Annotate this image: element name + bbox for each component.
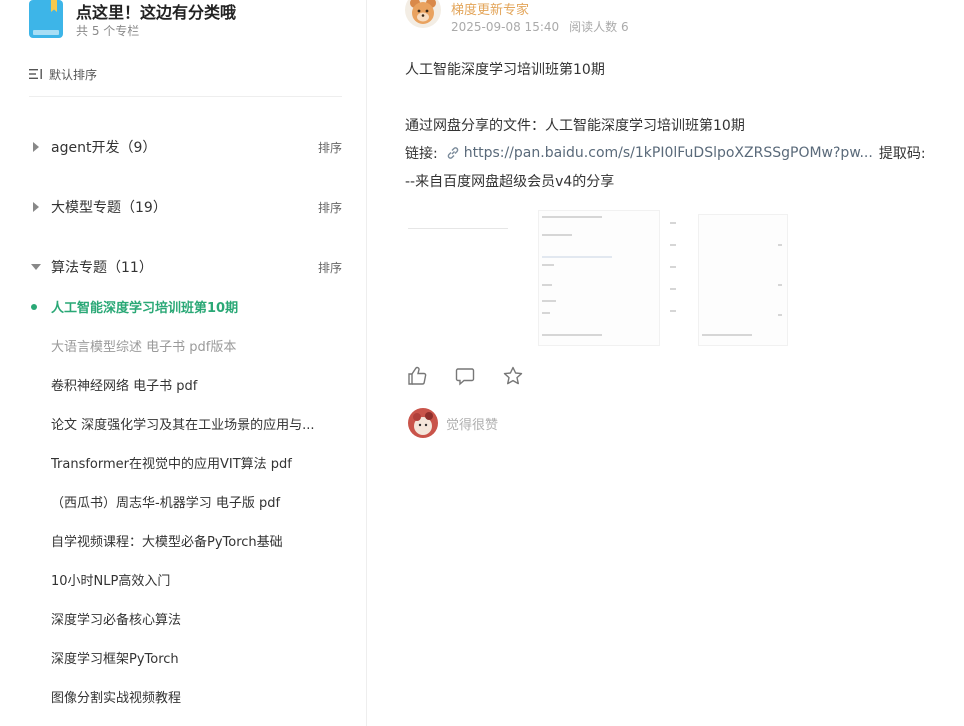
caret-right-icon xyxy=(29,140,43,154)
column-sidebar: 点这里！这边有分类哦 共 5 个专栏 默认排序 agent开发（9） 排序 大模… xyxy=(0,0,367,726)
like-button[interactable] xyxy=(405,364,429,388)
article-item[interactable]: 深度学习框架PyTorch xyxy=(51,648,341,668)
article-item[interactable]: 论文 深度强化学习及其在工业场景的应用与... xyxy=(51,414,341,434)
extract-code-label: 提取码: xyxy=(878,146,926,162)
share-link[interactable]: https://pan.baidu.com/s/1kPI0lFuDSlpoXZR… xyxy=(446,145,873,161)
article-item[interactable]: 图像分割实战视频教程 xyxy=(51,687,341,707)
post-content: 梯度更新专家 2025-09-08 15:40 阅读人数 6 人工智能深度学习培训… xyxy=(367,0,964,726)
author-avatar[interactable] xyxy=(405,0,441,28)
liker-row: 觉得很赞 xyxy=(408,408,498,438)
caret-down-icon xyxy=(29,260,43,274)
sort-label: 默认排序 xyxy=(49,67,98,82)
article-item[interactable]: Transformer在视觉中的应用VIT算法 pdf xyxy=(51,453,341,473)
post-date: 2025-09-08 15:40 xyxy=(451,20,560,34)
active-indicator-dot xyxy=(31,304,37,310)
category-sort-button[interactable]: 排序 xyxy=(318,139,342,156)
link-icon xyxy=(447,147,458,159)
sort-selector[interactable]: 默认排序 xyxy=(29,64,97,84)
bear-avatar-icon xyxy=(405,0,441,28)
liker-avatar[interactable] xyxy=(408,408,438,438)
comment-button[interactable] xyxy=(453,364,477,388)
caret-right-icon xyxy=(29,200,43,214)
article-item[interactable]: 10小时NLP高效入门 xyxy=(51,570,341,590)
comment-icon xyxy=(455,368,475,386)
column-title[interactable]: 点这里！这边有分类哦 xyxy=(76,0,236,23)
category-llm[interactable]: 大模型专题（19） 排序 xyxy=(29,196,342,218)
divider xyxy=(29,96,342,97)
category-name: 算法专题（11） xyxy=(51,260,153,276)
category-algorithm[interactable]: 算法专题（11） 排序 xyxy=(29,256,342,278)
author-name[interactable]: 梯度更新专家 xyxy=(451,0,529,18)
category-agent[interactable]: agent开发（9） 排序 xyxy=(29,136,342,158)
category-sort-button[interactable]: 排序 xyxy=(318,259,342,276)
article-item[interactable]: 深度学习必备核心算法 xyxy=(51,609,341,629)
thumbs-up-icon xyxy=(408,366,427,385)
link-line: 链接: https://pan.baidu.com/s/1kPI0lFuDSlp… xyxy=(405,143,926,163)
favorite-button[interactable] xyxy=(501,364,525,388)
column-count: 共 5 个专栏 xyxy=(76,24,140,38)
sort-lines-icon xyxy=(29,69,42,79)
share-line: 通过网盘分享的文件：人工智能深度学习培训班第10期 xyxy=(405,118,745,134)
liker-name[interactable]: 觉得很赞 xyxy=(446,414,498,433)
post-title-line: 人工智能深度学习培训班第10期 xyxy=(405,62,605,78)
post-actions xyxy=(405,364,549,388)
article-item[interactable]: 自学视频课程：大模型必备PyTorch基础 xyxy=(51,531,341,551)
category-sort-button[interactable]: 排序 xyxy=(318,199,342,216)
share-link-url: https://pan.baidu.com/s/1kPI0lFuDSlpoXZR… xyxy=(463,145,873,161)
share-footer-line: --来自百度网盘超级会员v4的分享 xyxy=(405,174,615,190)
book-icon xyxy=(29,0,63,38)
link-label: 链接: xyxy=(405,146,438,162)
star-icon xyxy=(503,366,523,385)
post-meta: 2025-09-08 15:40 阅读人数 6 xyxy=(451,18,629,35)
liker-avatar-icon xyxy=(408,408,438,438)
preview-image[interactable] xyxy=(408,204,788,354)
article-item[interactable]: 卷积神经网络 电子书 pdf xyxy=(51,375,341,395)
article-item[interactable]: 人工智能深度学习培训班第10期 xyxy=(51,297,341,317)
category-name: 大模型专题（19） xyxy=(51,200,167,216)
article-item[interactable]: 大语言模型综述 电子书 pdf版本 xyxy=(51,336,341,356)
article-item[interactable]: （西瓜书）周志华-机器学习 电子版 pdf xyxy=(51,492,341,512)
category-name: agent开发（9） xyxy=(51,140,157,156)
read-count: 阅读人数 6 xyxy=(569,20,629,34)
